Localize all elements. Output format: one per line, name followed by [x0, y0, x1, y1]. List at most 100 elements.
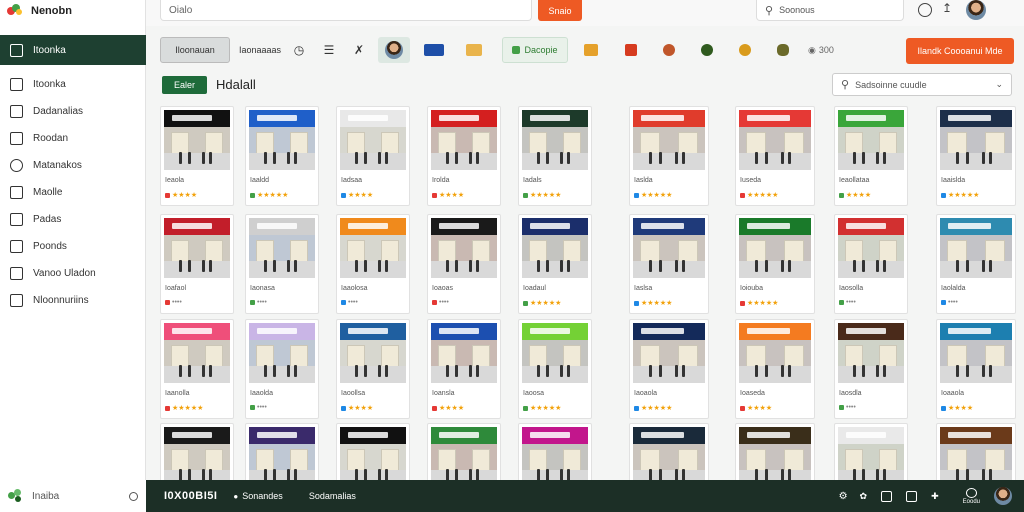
product-card[interactable]: Ioaaola ★★★★: [936, 319, 1016, 419]
shopper-figure: [187, 365, 191, 377]
product-card[interactable]: Ioansla ★★★★: [427, 319, 501, 419]
clock-icon[interactable]: [918, 3, 932, 17]
product-card[interactable]: Iaaolda ••••: [245, 319, 319, 419]
product-card[interactable]: [629, 423, 709, 480]
product-card[interactable]: [936, 423, 1016, 480]
chart-button[interactable]: [454, 37, 494, 63]
product-card[interactable]: [245, 423, 319, 480]
orange-app-button[interactable]: [654, 37, 684, 63]
star-rating: ••••: [846, 299, 856, 306]
tools-button[interactable]: ✗: [344, 37, 374, 63]
product-card[interactable]: Iadals ★★★★★: [518, 106, 592, 206]
product-card[interactable]: [160, 423, 234, 480]
menu-button[interactable]: ☰: [314, 37, 344, 63]
tools-icon: ✗: [353, 43, 365, 57]
product-name: Ieaollataa: [839, 177, 870, 184]
product-card[interactable]: [735, 423, 815, 480]
sidebar-item-1[interactable]: Itoonka: [0, 71, 146, 98]
avatar[interactable]: [994, 487, 1012, 505]
product-card[interactable]: Iaslda ★★★★★: [629, 106, 709, 206]
bottom-item-1[interactable]: Sonandes: [242, 491, 283, 501]
puzzle-button[interactable]: [576, 37, 606, 63]
settings-circle-icon[interactable]: [129, 491, 138, 501]
product-card[interactable]: Ioadaul ★★★★★: [518, 214, 592, 314]
product-card[interactable]: Ioaseda ★★★★: [735, 319, 815, 419]
sidebar-item-0[interactable]: Itoonka: [0, 35, 146, 65]
sidebar-item-7[interactable]: Poonds: [0, 233, 146, 260]
sidebar-item-6[interactable]: Padas: [0, 206, 146, 233]
sidebar-item-8[interactable]: Vanoo Uladon: [0, 260, 146, 287]
sidebar-nav: Itoonka Itoonka Dadanalias Roodan Matana…: [0, 35, 146, 314]
sidebar-item-9[interactable]: Nloonnuriins: [0, 287, 146, 314]
search-input[interactable]: Oialo: [160, 0, 532, 21]
product-card[interactable]: Iaaldd ★★★★★: [245, 106, 319, 206]
store-badge-icon: [839, 300, 844, 305]
product-card[interactable]: [834, 423, 908, 480]
product-card[interactable]: Iadsaa ★★★★: [336, 106, 410, 206]
sidebar-item-3[interactable]: Roodan: [0, 125, 146, 152]
star-rating: ••••: [257, 404, 267, 411]
settings-icon[interactable]: ⚙: [839, 491, 848, 502]
product-card[interactable]: Ieaola ★★★★: [160, 106, 234, 206]
store-badge-icon: [341, 300, 346, 305]
storefront-sign: [249, 218, 315, 235]
bottom-item-2[interactable]: Sodamalias: [309, 491, 356, 501]
clock-button[interactable]: ◷: [284, 37, 314, 63]
sort-dropdown[interactable]: ⚲ Sadsoinne cuudle ⌄: [832, 73, 1012, 96]
product-card[interactable]: Ioiouba ★★★★★: [735, 214, 815, 314]
chat-button[interactable]: Eoodu: [963, 487, 980, 505]
product-card[interactable]: Iaoosa ★★★★★: [518, 319, 592, 419]
product-card[interactable]: Iaaolosa ••••: [336, 214, 410, 314]
help-icon[interactable]: ✿: [860, 491, 868, 502]
product-name: Ioadaul: [523, 285, 546, 292]
product-rating: ★★★★★: [523, 191, 561, 199]
product-card[interactable]: Iuseda ★★★★★: [735, 106, 815, 206]
product-card[interactable]: Iaaislda ★★★★★: [936, 106, 1016, 206]
product-card[interactable]: Iaanolla ★★★★★: [160, 319, 234, 419]
product-card[interactable]: [518, 423, 592, 480]
product-card[interactable]: Iaslsa ★★★★★: [629, 214, 709, 314]
gold-app-button[interactable]: [730, 37, 760, 63]
avatar[interactable]: [966, 0, 986, 20]
sidebar-item-5[interactable]: Maolle: [0, 179, 146, 206]
sidebar-item-4[interactable]: Matanakos: [0, 152, 146, 179]
shopper-figure: [780, 152, 784, 164]
product-card[interactable]: [336, 423, 410, 480]
product-card[interactable]: Iaolalda ••••: [936, 214, 1016, 314]
product-card[interactable]: Iaoollsa ★★★★: [336, 319, 410, 419]
view-segment-button[interactable]: Iloonauan: [160, 37, 230, 63]
product-card[interactable]: Ieaollataa ★★★★: [834, 106, 908, 206]
filter-chip[interactable]: Dacopie: [502, 37, 568, 63]
brand[interactable]: Nenobn: [7, 3, 72, 19]
card-button[interactable]: [414, 37, 454, 63]
red-app-button[interactable]: [616, 37, 646, 63]
toolbar-text-button[interactable]: Iaonaaaas: [236, 37, 284, 63]
search-button[interactable]: Snaio: [538, 0, 582, 21]
grid-icon[interactable]: [881, 490, 893, 502]
shopper-figure: [469, 260, 473, 272]
user-search-input[interactable]: ⚲ Soonous: [756, 0, 904, 21]
sidebar-item-2[interactable]: Dadanalias: [0, 98, 146, 125]
storefront-sign: [838, 323, 904, 340]
star-rating: ★★★★★: [172, 405, 204, 412]
shopper-figure: [560, 152, 564, 164]
green-app-button[interactable]: [692, 37, 722, 63]
product-card[interactable]: Ioaoas ••••: [427, 214, 501, 314]
product-card[interactable]: Iaosdla ••••: [834, 319, 908, 419]
profile-button[interactable]: [378, 37, 410, 63]
product-card[interactable]: Irolda ★★★★: [427, 106, 501, 206]
avatar: [385, 41, 403, 59]
product-card[interactable]: [427, 423, 501, 480]
product-card[interactable]: Ioafaol ••••: [160, 214, 234, 314]
product-card[interactable]: Iaoaola ★★★★★: [629, 319, 709, 419]
product-card[interactable]: Iaosolla ••••: [834, 214, 908, 314]
olive-app-button[interactable]: [768, 37, 798, 63]
puzzle-icon[interactable]: ✚: [931, 491, 939, 502]
window-icon[interactable]: [906, 490, 918, 502]
category-tag[interactable]: Ealer: [162, 76, 207, 94]
pin-icon[interactable]: ↥: [942, 1, 952, 15]
product-card[interactable]: Iaonasa ••••: [245, 214, 319, 314]
shopper-figure: [882, 469, 886, 480]
primary-action-button[interactable]: Ilandk Coooanui Mde: [906, 38, 1014, 64]
star-rating: ★★★★: [172, 192, 198, 199]
